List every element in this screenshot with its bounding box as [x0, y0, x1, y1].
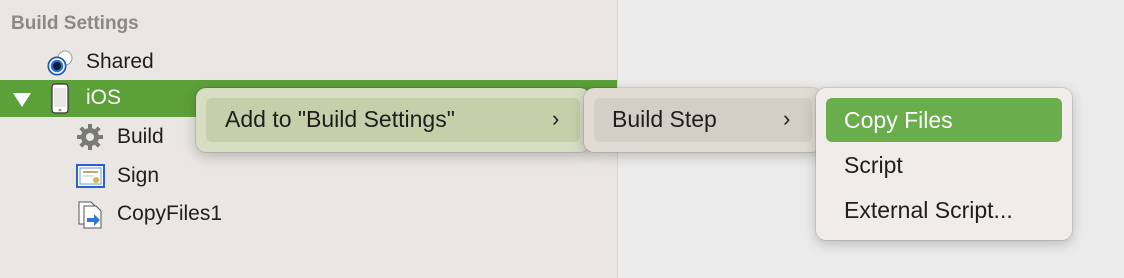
- disclosure-triangle-icon[interactable]: [12, 92, 32, 108]
- menu-item-copy-files[interactable]: Copy Files: [844, 107, 953, 134]
- submenu-build-step: Copy Files Script External Script...: [816, 88, 1072, 240]
- sidebar-item-label: Shared: [86, 50, 154, 73]
- chevron-right-icon: ›: [783, 106, 791, 131]
- menu-item-external-script[interactable]: External Script...: [844, 197, 1013, 224]
- gear-icon: [77, 124, 103, 150]
- sidebar-item-label: Build: [117, 125, 164, 148]
- copy-files-icon: [78, 201, 102, 229]
- section-header: Build Settings: [11, 13, 139, 34]
- chevron-right-icon: ›: [552, 106, 560, 131]
- sidebar-item-copyfiles1[interactable]: CopyFiles1: [0, 196, 617, 232]
- shared-icon: [47, 50, 73, 76]
- iphone-icon: [51, 83, 69, 114]
- sidebar-item-label: iOS: [86, 86, 122, 109]
- submenu-add: Build Step ›: [584, 88, 822, 152]
- menu-item-add-to-build-settings[interactable]: Add to "Build Settings": [225, 106, 455, 133]
- menu-item-script[interactable]: Script: [844, 152, 903, 179]
- sidebar-item-label: CopyFiles1: [117, 202, 223, 225]
- sidebar-item-sign[interactable]: Sign: [0, 158, 617, 194]
- sidebar-item-shared[interactable]: Shared: [0, 44, 617, 80]
- menu-item-build-step[interactable]: Build Step: [612, 106, 717, 133]
- certificate-icon: [76, 164, 105, 188]
- sidebar-item-label: Sign: [117, 164, 160, 187]
- context-menu: Add to "Build Settings" ›: [196, 88, 590, 152]
